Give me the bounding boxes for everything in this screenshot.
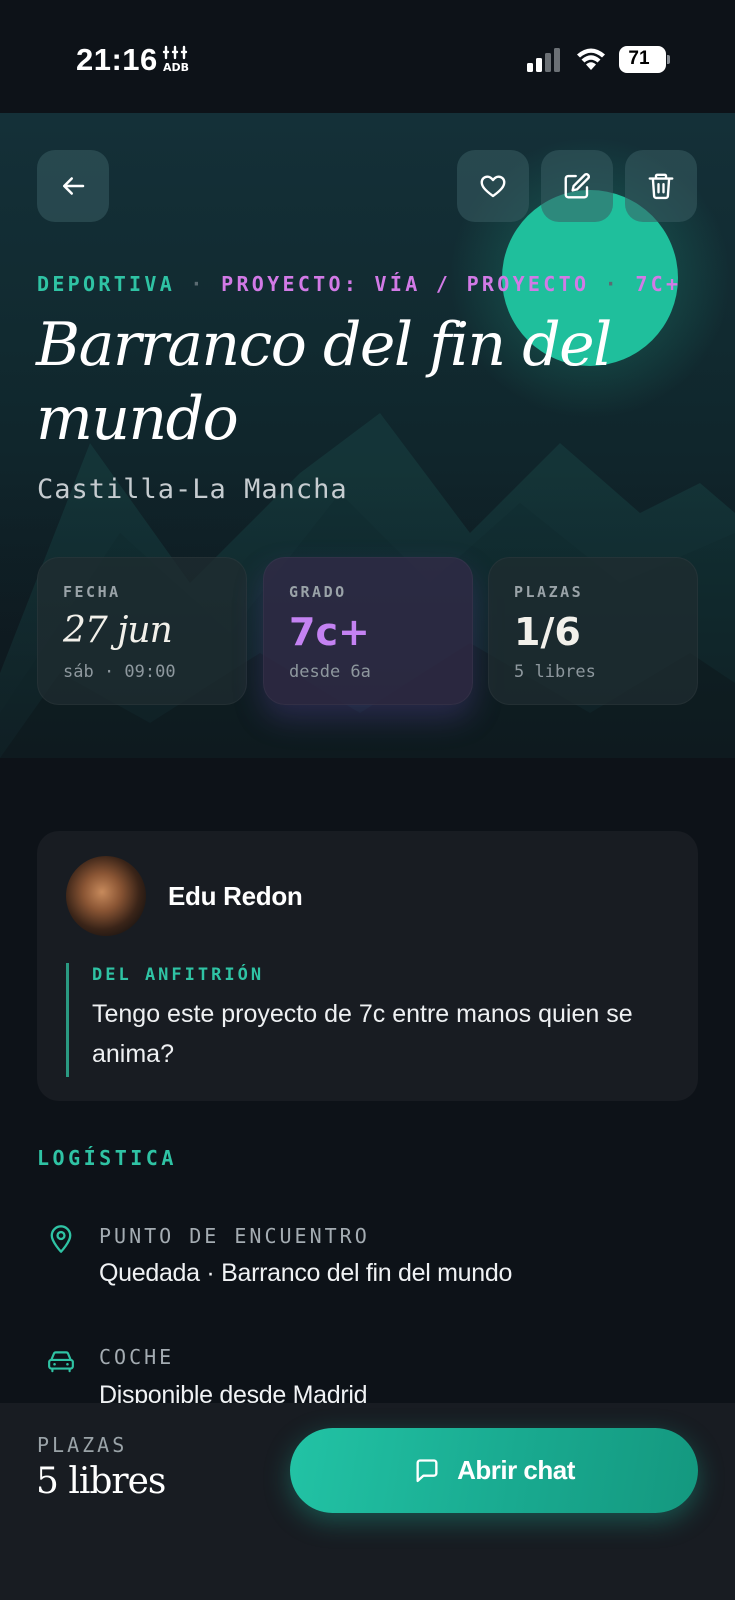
- quote-bar: [66, 963, 69, 1077]
- stat-card-date: FECHA 27 jun sáb · 09:00: [37, 557, 247, 705]
- back-button[interactable]: [37, 150, 109, 222]
- edit-icon: [564, 173, 590, 199]
- project-tag: PROYECTO: VÍA / PROYECTO: [221, 272, 590, 296]
- style-tag: DEPORTIVA: [37, 272, 176, 296]
- spots-label: PLAZAS: [37, 1433, 128, 1457]
- battery-icon: 71: [619, 46, 671, 73]
- heart-icon: [480, 175, 506, 198]
- cellular-signal-icon: [527, 48, 563, 72]
- status-bar: 21:16 ADB 71: [0, 0, 735, 113]
- stat-value: 27 jun: [63, 610, 173, 651]
- open-chat-button[interactable]: Abrir chat: [290, 1428, 698, 1513]
- focus-mode-icon: ADB: [160, 44, 192, 80]
- svg-text:ADB: ADB: [163, 61, 189, 74]
- host-message: Tengo este proyecto de 7c entre manos qu…: [92, 1000, 633, 1068]
- car-icon: [48, 1351, 74, 1373]
- grade-tag: 7C+: [635, 272, 682, 296]
- stat-label: PLAZAS: [514, 583, 584, 601]
- logistics-label: COCHE: [99, 1345, 175, 1369]
- tag-separator: ·: [604, 272, 620, 296]
- tag-separator: ·: [190, 272, 206, 296]
- delete-button[interactable]: [625, 150, 697, 222]
- arrow-left-icon: [63, 177, 85, 195]
- logistics-label: PUNTO DE ENCUENTRO: [99, 1224, 370, 1248]
- trash-icon: [648, 173, 674, 200]
- open-chat-label: Abrir chat: [457, 1455, 575, 1485]
- stat-label: GRADO: [289, 583, 347, 601]
- bottom-action-bar: PLAZAS 5 libres Abrir chat: [0, 1403, 735, 1600]
- stat-card-grade: GRADO 7c+ desde 6a: [263, 557, 473, 705]
- edit-button[interactable]: [541, 150, 613, 222]
- quote-label: DEL ANFITRIÓN: [92, 965, 265, 985]
- stat-label: FECHA: [63, 583, 121, 601]
- stat-value: 7c+: [289, 610, 370, 654]
- map-pin-icon: [50, 1225, 72, 1253]
- stat-card-spots: PLAZAS 1/6 5 libres: [488, 557, 698, 705]
- stat-value: 1/6: [514, 610, 581, 654]
- section-title-logistics: LOGÍSTICA: [37, 1146, 177, 1170]
- host-card: Edu Redon DEL ANFITRIÓN Tengo este proye…: [37, 831, 698, 1101]
- avatar[interactable]: [66, 856, 146, 936]
- region-label: Castilla-La Mancha: [37, 474, 348, 505]
- favorite-button[interactable]: [457, 150, 529, 222]
- stat-sub: desde 6a: [289, 662, 371, 682]
- spots-value: 5 libres: [36, 1461, 166, 1502]
- logistics-value: Quedada · Barranco del fin del mundo: [99, 1259, 513, 1287]
- stat-sub: 5 libres: [514, 662, 596, 682]
- route-tags: DEPORTIVA · PROYECTO: VÍA / PROYECTO · 7…: [37, 272, 681, 296]
- wifi-icon: [576, 46, 606, 72]
- stat-sub: sáb · 09:00: [63, 662, 176, 682]
- chat-bubble-icon: [416, 1458, 438, 1482]
- battery-level: 71: [628, 48, 650, 69]
- page-title: Barranco del fin del mundo: [36, 310, 612, 454]
- status-time: 21:16: [76, 42, 158, 77]
- host-name[interactable]: Edu Redon: [168, 881, 303, 912]
